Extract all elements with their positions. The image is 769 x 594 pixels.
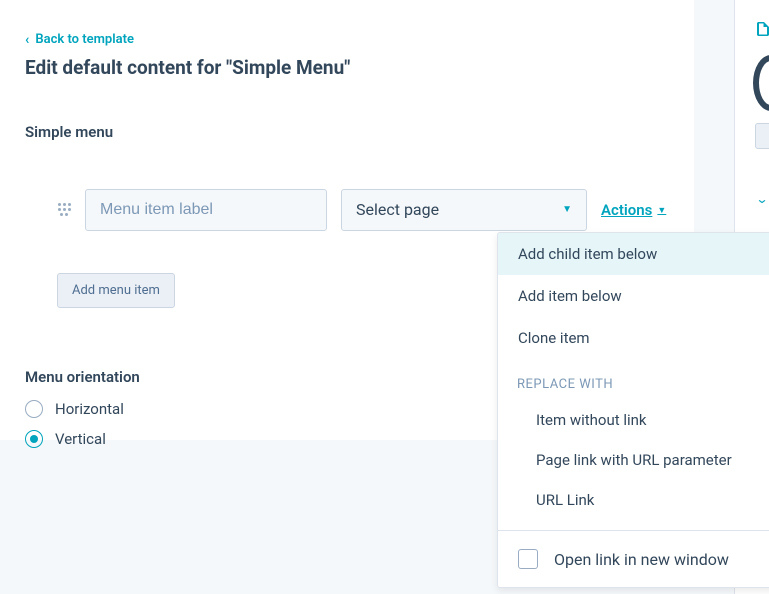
dropdown-add-child[interactable]: Add child item below <box>498 233 769 275</box>
dropdown-add-below[interactable]: Add item below <box>498 275 769 317</box>
chevron-left-icon: ‹ <box>25 33 29 47</box>
actions-dropdown: Add child item below Add item below Clon… <box>497 232 769 588</box>
select-page-label: Select page <box>356 200 439 219</box>
back-link[interactable]: ‹ Back to template <box>25 32 134 47</box>
dropdown-clone[interactable]: Clone item <box>498 317 769 359</box>
preview-circle <box>753 55 769 111</box>
radio-icon <box>25 430 43 448</box>
back-link-label: Back to template <box>35 32 134 47</box>
caret-down-icon: ▼ <box>657 205 666 216</box>
menu-item-row: Select page ▼ Actions ▼ <box>57 189 669 231</box>
dropdown-page-link-param[interactable]: Page link with URL parameter <box>498 440 769 480</box>
select-page-dropdown[interactable]: Select page ▼ <box>341 189 587 231</box>
rail-button[interactable] <box>755 123 769 149</box>
checkbox-icon[interactable] <box>518 549 538 569</box>
open-new-window-row[interactable]: Open link in new window <box>498 531 769 587</box>
actions-trigger[interactable]: Actions ▼ <box>601 201 666 219</box>
actions-label: Actions <box>601 201 652 219</box>
open-new-window-label: Open link in new window <box>554 550 729 569</box>
caret-down-icon: ▼ <box>562 204 572 215</box>
radio-vertical-label: Vertical <box>55 430 106 448</box>
add-menu-item-button[interactable]: Add menu item <box>57 273 175 308</box>
section-label: Simple menu <box>25 123 669 141</box>
radio-icon <box>25 400 43 418</box>
menu-item-label-input[interactable] <box>85 189 327 231</box>
dropdown-replace-header: REPLACE WITH <box>498 359 769 400</box>
page-title: Edit default content for "Simple Menu" <box>25 56 669 79</box>
radio-horizontal-label: Horizontal <box>55 400 124 418</box>
chevron-down-icon[interactable]: ⌄ <box>755 192 768 206</box>
dropdown-url-link[interactable]: URL Link <box>498 480 769 520</box>
dropdown-item-without-link[interactable]: Item without link <box>498 400 769 440</box>
document-icon <box>757 22 769 36</box>
drag-handle-icon[interactable] <box>57 197 71 223</box>
